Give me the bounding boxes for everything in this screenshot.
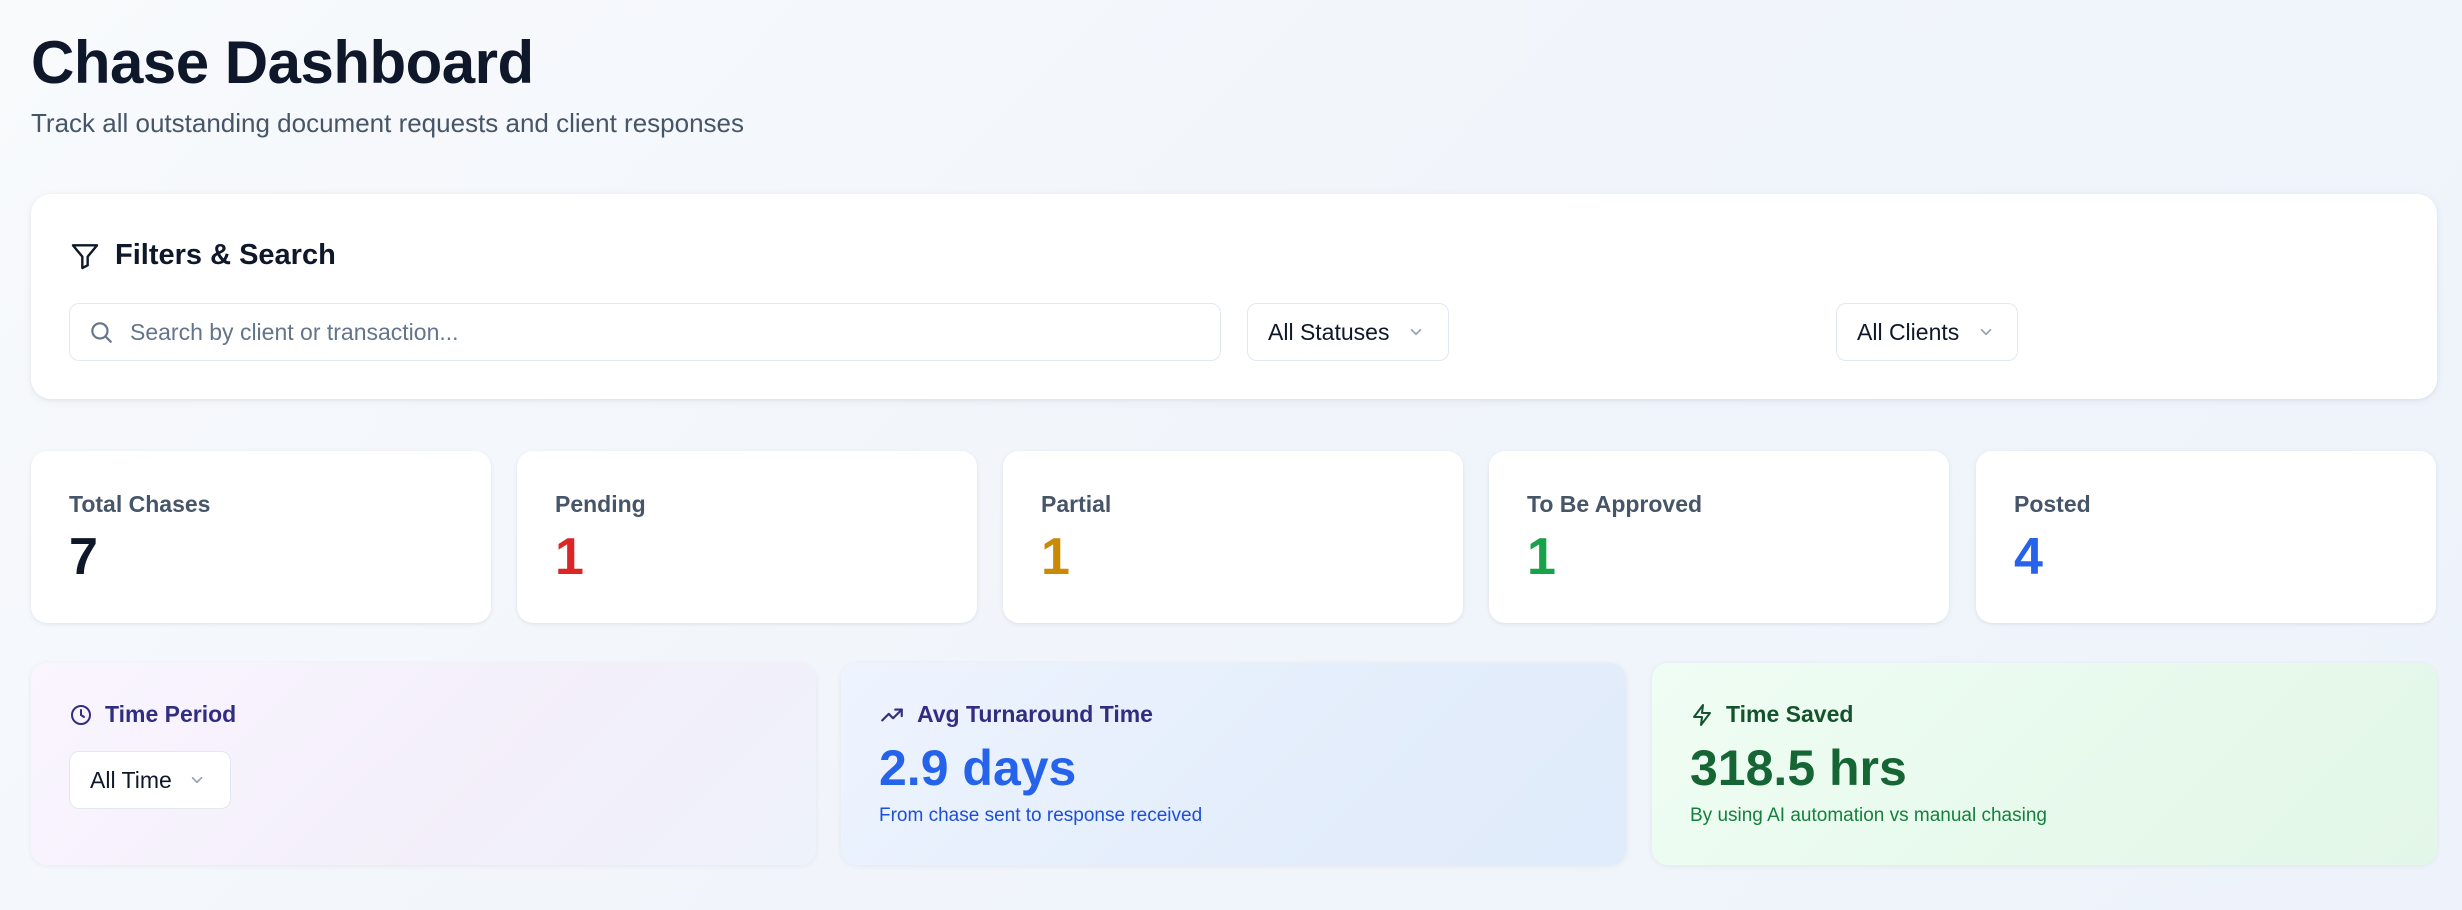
client-select-value: All Clients — [1857, 318, 1960, 345]
stat-value: 7 — [69, 528, 98, 586]
stat-label: To Be Approved — [1527, 491, 1703, 517]
search-field[interactable] — [69, 303, 1221, 361]
time-period-header: Time Period — [69, 701, 236, 728]
stat-value: 4 — [2014, 528, 2043, 586]
stat-card-total-chases: Total Chases 7 — [31, 451, 491, 623]
time-period-card: Time Period All Time — [31, 663, 816, 865]
search-icon — [88, 319, 114, 345]
lightning-icon — [1690, 703, 1714, 727]
status-select-value: All Statuses — [1268, 318, 1390, 345]
filter-icon — [69, 240, 101, 272]
time-saved-header: Time Saved — [1690, 701, 1853, 728]
stat-card-to-be-approved: To Be Approved 1 — [1489, 451, 1949, 623]
status-select[interactable]: All Statuses — [1247, 303, 1449, 361]
avg-turnaround-header: Avg Turnaround Time — [879, 701, 1153, 728]
stat-label: Pending — [555, 491, 646, 517]
stat-label: Partial — [1041, 491, 1112, 517]
time-period-select-value: All Time — [90, 766, 172, 793]
page-subtitle: Track all outstanding document requests … — [31, 108, 744, 138]
filters-title: Filters & Search — [115, 239, 336, 271]
time-saved-label: Time Saved — [1726, 701, 1854, 727]
stat-card-partial: Partial 1 — [1003, 451, 1463, 623]
chevron-down-icon — [1407, 323, 1425, 341]
stat-value: 1 — [1527, 528, 1556, 586]
stat-label: Total Chases — [69, 491, 211, 517]
stat-card-posted: Posted 4 — [1976, 451, 2436, 623]
stat-value: 1 — [1041, 528, 1070, 586]
filters-header: Filters & Search — [69, 239, 336, 272]
filters-card: Filters & Search All Statuses All Client… — [31, 194, 2437, 399]
chevron-down-icon — [188, 771, 206, 789]
time-period-label: Time Period — [105, 701, 237, 727]
client-select[interactable]: All Clients — [1836, 303, 2018, 361]
page-title: Chase Dashboard — [31, 29, 534, 96]
avg-turnaround-note: From chase sent to response received — [879, 805, 1203, 826]
avg-turnaround-label: Avg Turnaround Time — [917, 701, 1153, 727]
trending-up-icon — [879, 702, 905, 728]
time-saved-card: Time Saved 318.5 hrs By using AI automat… — [1652, 663, 2437, 865]
time-saved-value: 318.5 hrs — [1690, 740, 1907, 796]
avg-turnaround-value: 2.9 days — [879, 740, 1077, 796]
time-saved-note: By using AI automation vs manual chasing — [1690, 805, 2047, 826]
clock-icon — [69, 703, 93, 727]
stat-value: 1 — [555, 528, 584, 586]
time-period-select[interactable]: All Time — [69, 751, 231, 809]
avg-turnaround-card: Avg Turnaround Time 2.9 days From chase … — [841, 663, 1626, 865]
stat-card-pending: Pending 1 — [517, 451, 977, 623]
stat-label: Posted — [2014, 491, 2091, 517]
search-input[interactable] — [130, 318, 1180, 346]
chevron-down-icon — [1977, 323, 1995, 341]
